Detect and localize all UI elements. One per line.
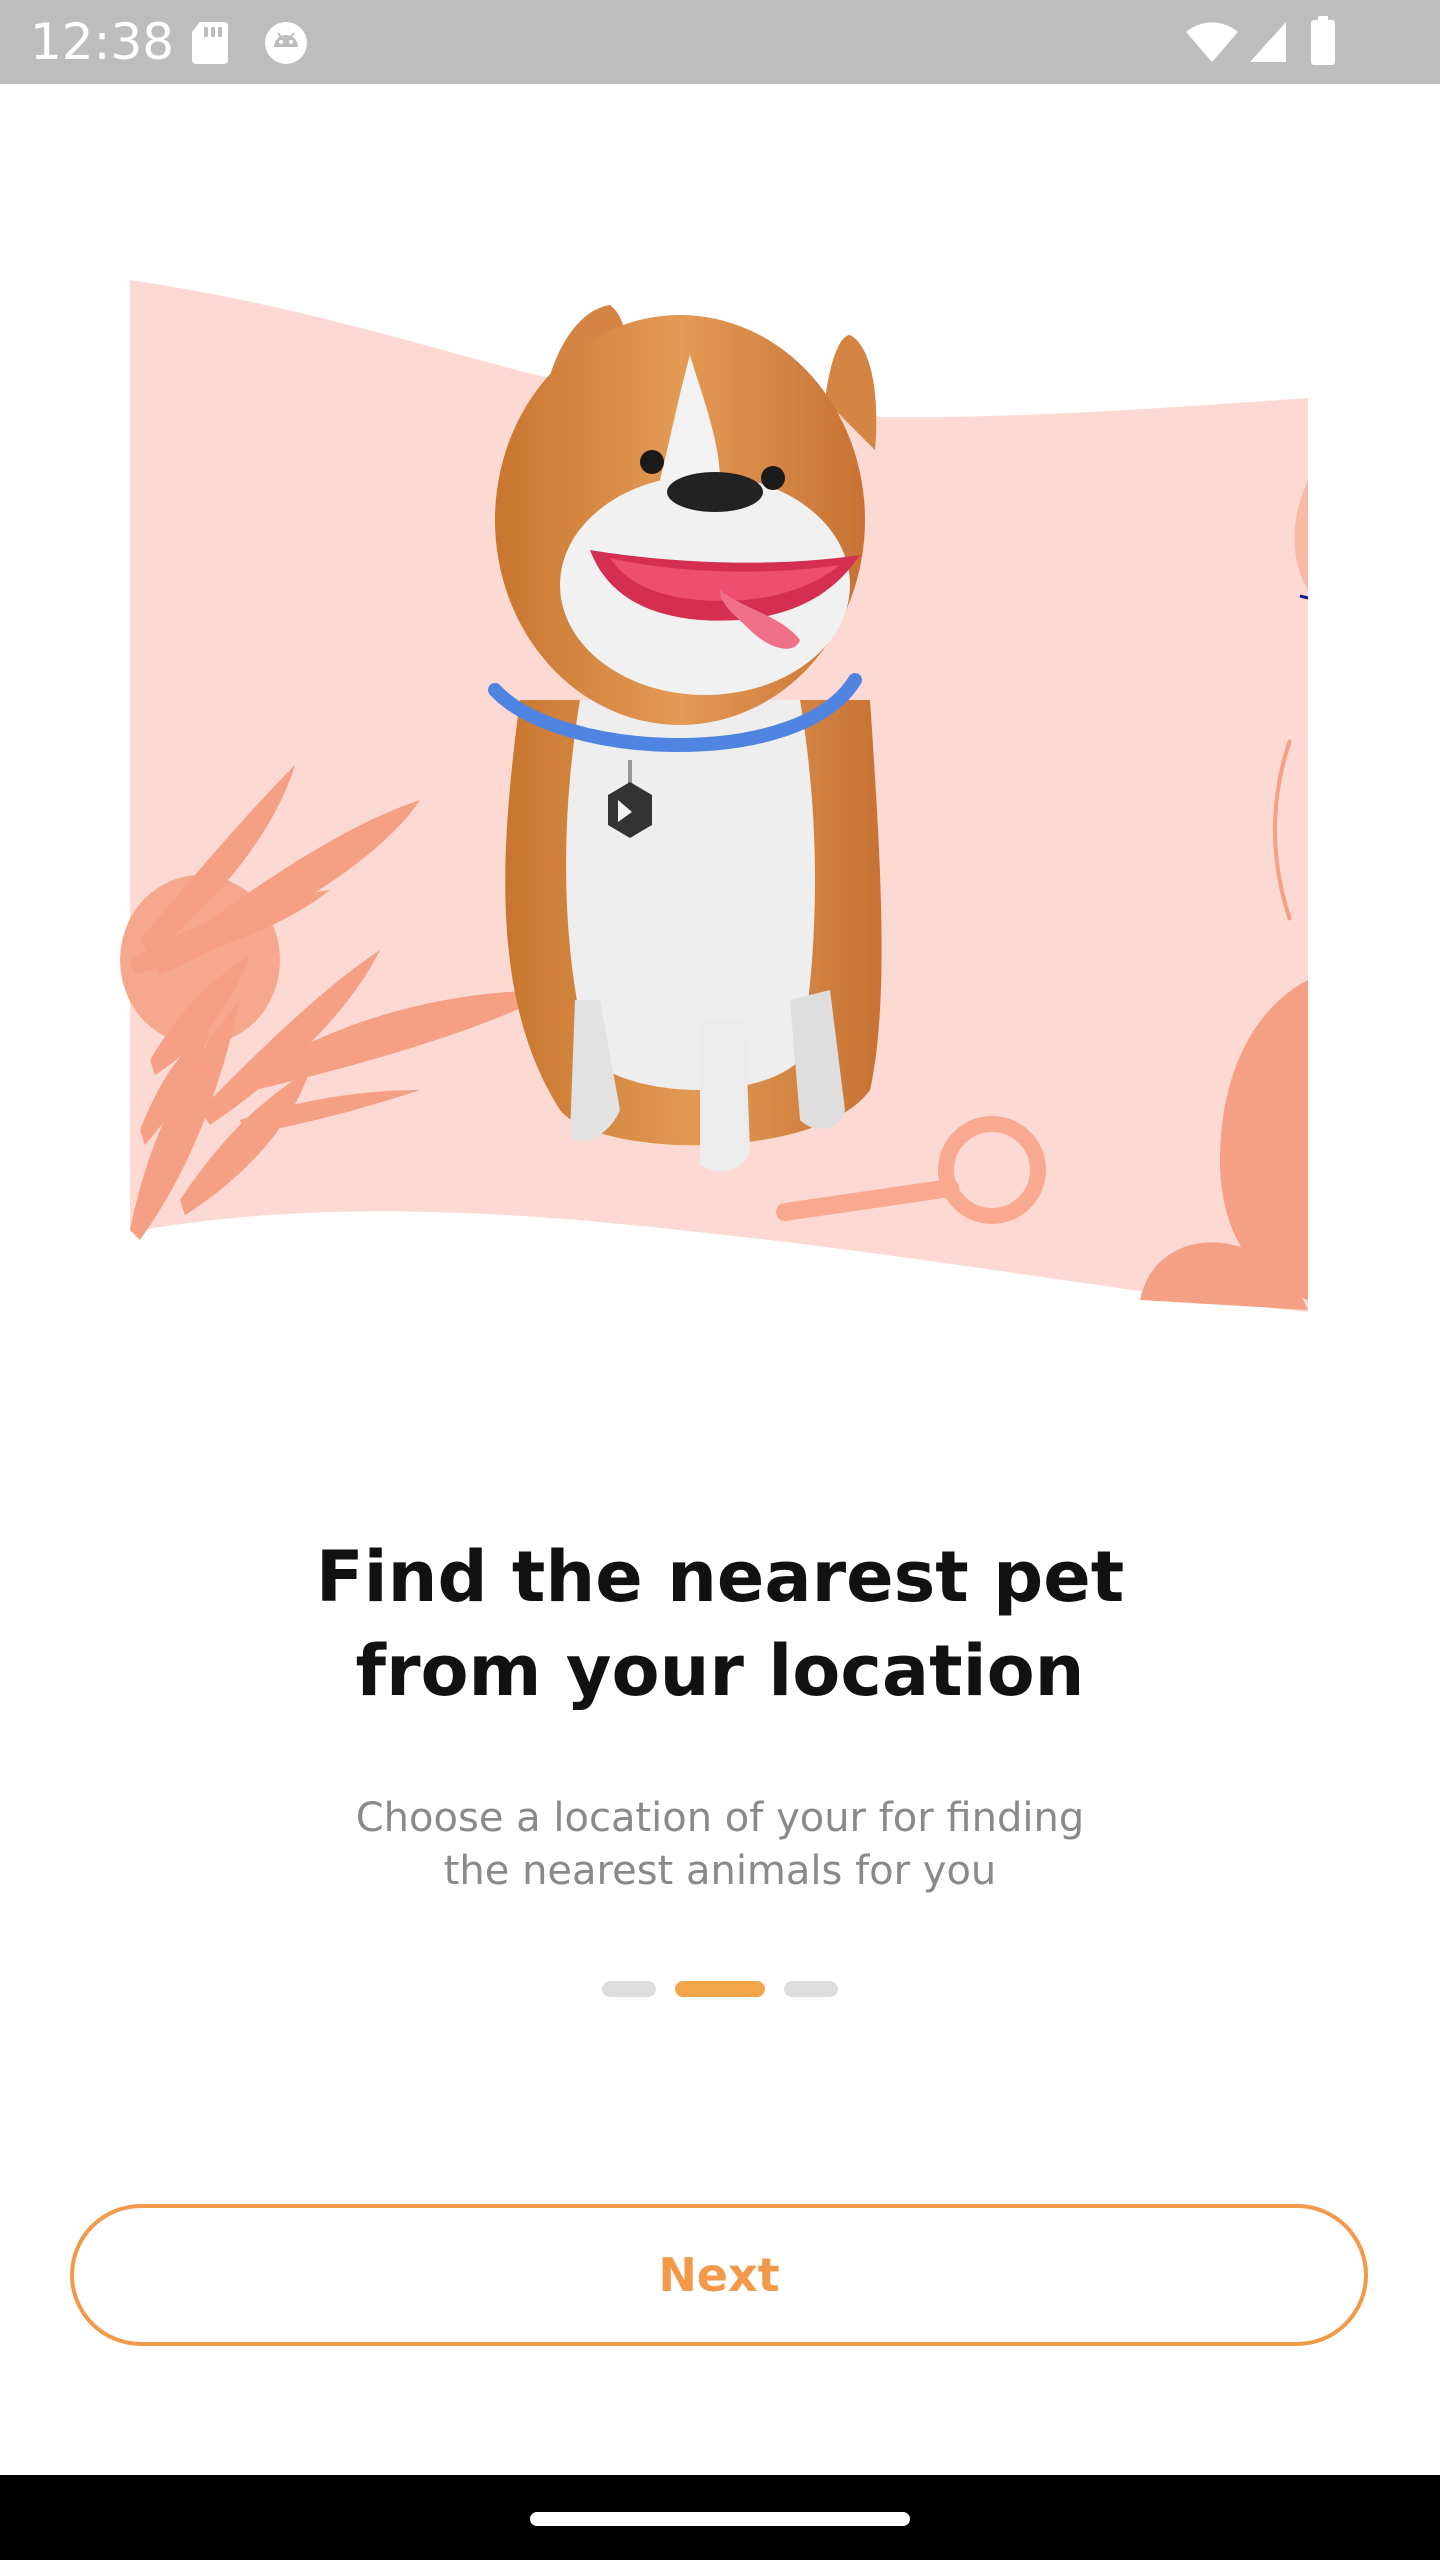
onboarding-title: Find the nearest pet from your location bbox=[0, 1530, 1440, 1718]
status-time: 12:38 bbox=[30, 13, 175, 71]
page-dot-3[interactable] bbox=[784, 1981, 838, 1997]
onboarding-subtitle: Choose a location of your for finding th… bbox=[0, 1792, 1440, 1898]
sd-card-icon bbox=[192, 22, 228, 64]
onboarding-screen: 12:38 Find the nearest pet from your loc… bbox=[0, 0, 1440, 2560]
next-button-label: Next bbox=[658, 2248, 780, 2302]
dog-figure bbox=[488, 305, 882, 1172]
status-bar: 12:38 bbox=[0, 0, 1440, 84]
android-debug-icon bbox=[265, 22, 307, 64]
next-button[interactable]: Next bbox=[70, 2204, 1368, 2346]
page-dot-2[interactable] bbox=[675, 1981, 765, 1997]
cell-signal-icon bbox=[1250, 22, 1286, 62]
page-dot-1[interactable] bbox=[602, 1981, 656, 1997]
battery-icon bbox=[1311, 16, 1335, 65]
wifi-icon bbox=[1186, 22, 1238, 62]
subtitle-line-2: the nearest animals for you bbox=[443, 1848, 997, 1894]
subtitle-line-1: Choose a location of your for finding bbox=[355, 1795, 1085, 1841]
home-indicator[interactable] bbox=[530, 2512, 910, 2526]
title-line-2: from your location bbox=[355, 1630, 1085, 1712]
page-indicator bbox=[0, 1981, 1440, 1997]
title-line-1: Find the nearest pet bbox=[315, 1536, 1125, 1618]
dog-with-collar-illustration bbox=[120, 280, 1309, 1312]
